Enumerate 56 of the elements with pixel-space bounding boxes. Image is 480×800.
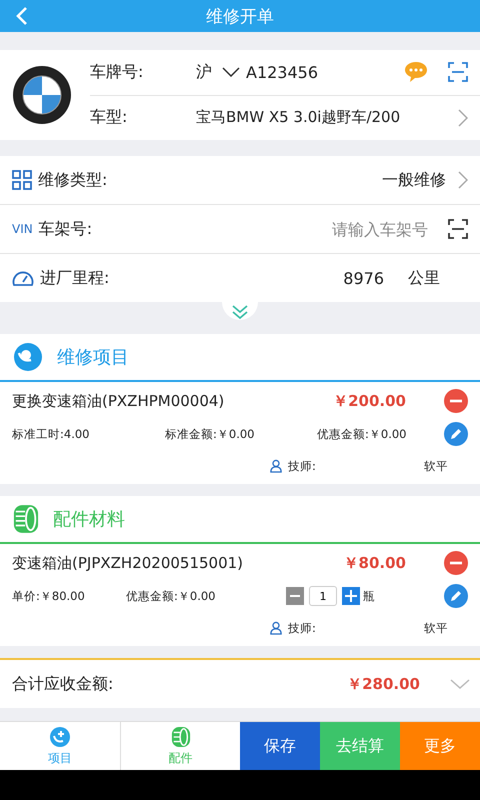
chevron-down-icon[interactable]	[450, 679, 470, 689]
remove-icon[interactable]	[444, 551, 468, 575]
edit-icon[interactable]	[444, 584, 468, 608]
dropdown-icon[interactable]	[222, 67, 240, 78]
unit-price: 单价:￥80.00	[12, 588, 86, 604]
remove-icon[interactable]	[444, 389, 468, 413]
tire-icon	[170, 726, 190, 748]
tire-icon	[13, 504, 39, 534]
roundel-logo	[12, 65, 72, 125]
discount-amount: 优惠金额:￥0.00	[317, 426, 408, 442]
car-model[interactable]: 宝马BMW X5 3.0i越野车/200	[196, 108, 400, 128]
plus-icon	[345, 590, 357, 602]
field-label: 车型:	[90, 107, 128, 128]
plate-number[interactable]: A123456	[246, 62, 318, 82]
increase-button[interactable]	[342, 587, 360, 605]
province-select[interactable]: 沪	[196, 62, 212, 83]
gauge-icon	[12, 269, 34, 287]
chevron-right-icon[interactable]	[458, 108, 468, 127]
price: ￥200.00	[333, 392, 406, 410]
technician-label: 技师:	[288, 620, 317, 636]
chevron-right-icon[interactable]	[458, 171, 468, 189]
scan-icon[interactable]	[448, 219, 468, 239]
decrease-button[interactable]	[286, 587, 304, 605]
back-icon[interactable]	[16, 6, 28, 26]
chat-icon[interactable]	[404, 61, 428, 84]
vin-label: VIN	[12, 222, 33, 236]
section-title: 配件材料	[53, 508, 125, 531]
action-button[interactable]: 保存	[240, 722, 320, 770]
service-name: 更换变速箱油(PXZHPM00004)	[12, 392, 226, 410]
person-icon	[270, 621, 282, 635]
technician-name[interactable]: 软平	[424, 458, 448, 474]
field-label: 车架号:	[38, 218, 92, 240]
section-title: 维修项目	[57, 346, 129, 369]
standard-hours: 标准工时:4.00	[12, 426, 90, 442]
discount-amount: 优惠金额:￥0.00	[126, 588, 216, 604]
field-label: 进厂里程:	[40, 268, 110, 288]
service-icon	[49, 726, 71, 748]
grid-icon	[12, 170, 32, 190]
total-amount: ￥280.00	[347, 674, 420, 694]
repair-type-value[interactable]: 一般维修	[382, 170, 446, 190]
unit-label: 公里	[408, 268, 440, 288]
technician-name[interactable]: 软平	[424, 620, 448, 636]
price: ￥80.00	[344, 554, 406, 572]
mileage-value[interactable]: 8976	[343, 268, 384, 288]
field-label: 维修类型:	[38, 170, 108, 190]
standard-amount: 标准金额:￥0.00	[165, 426, 256, 442]
service-icon	[13, 342, 43, 372]
part-name: 变速箱油(PJPXZH20200515001)	[12, 554, 244, 572]
total-label: 合计应收金额:	[12, 674, 114, 694]
screen-title: 维修开单	[206, 6, 274, 28]
technician-label: 技师:	[288, 458, 317, 474]
edit-icon[interactable]	[444, 422, 468, 446]
unit-label: 瓶	[363, 588, 375, 604]
person-icon	[270, 459, 282, 473]
field-label: 车牌号:	[90, 62, 144, 83]
quantity-field[interactable]: 1	[309, 586, 337, 606]
